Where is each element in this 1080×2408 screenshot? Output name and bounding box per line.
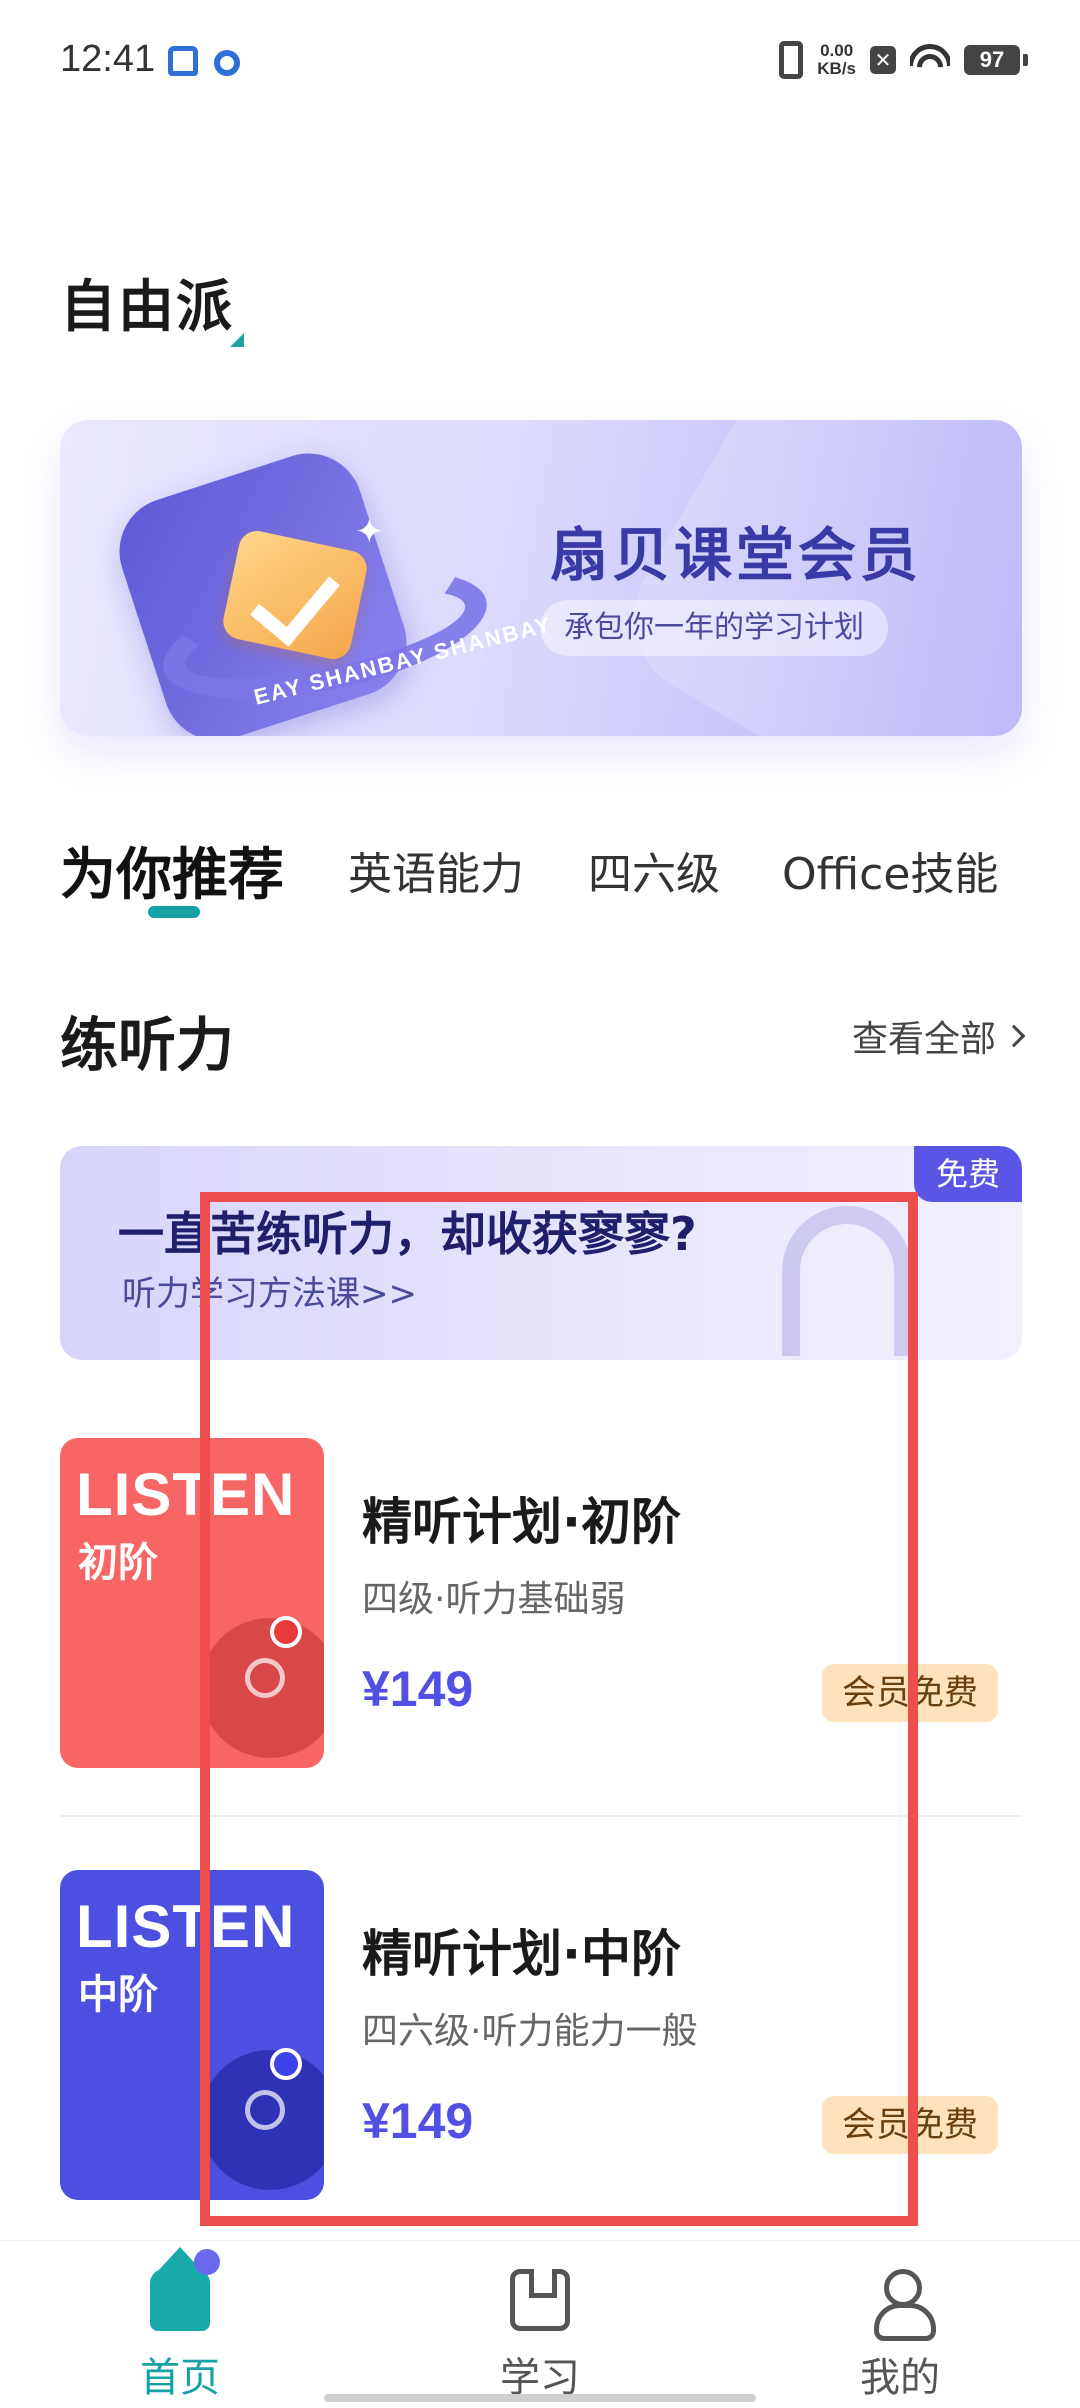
nav-home-label: 首页 [140,2355,220,2401]
battery-icon: 97 [964,45,1028,75]
section-title: 练听力 [60,1011,235,1079]
thumb-level: 初阶 [78,1540,158,1586]
page-title: 自由派 [60,275,234,340]
tab-cet[interactable]: 四六级 [588,838,720,902]
notebook-icon [510,2269,570,2331]
highlight-box [200,1192,918,2226]
network-speed: 0.00 KB/s [817,42,856,78]
wifi-icon [910,44,950,76]
home-icon [150,2247,220,2331]
nav-home[interactable]: 首页 [80,2241,280,2408]
tab-recommended[interactable]: 为你推荐 [60,838,284,911]
nav-me-label: 我的 [860,2355,940,2401]
network-speed-unit: KB/s [817,59,856,78]
nav-me[interactable]: 我的 [800,2241,1000,2408]
home-indicator[interactable] [324,2394,756,2402]
free-tag: 免费 [914,1146,1022,1202]
nav-study[interactable]: 学习 [440,2241,640,2408]
bottom-nav: 首页 学习 我的 [0,2240,1080,2408]
see-all-label: 查看全部 [851,1019,996,1060]
see-all-link[interactable]: 查看全部 [851,1010,1026,1062]
member-banner-title: 扇贝课堂会员 [550,521,923,589]
lock-notification-icon [168,46,198,76]
status-indicators: 0.00 KB/s ✕ 97 [779,40,1028,80]
tab-office-skills[interactable]: Office技能 [782,838,998,902]
thumb-level: 中阶 [78,1972,158,2018]
member-banner-subtitle: 承包你一年的学习计划 [540,600,888,656]
category-tabs: 为你推荐 英语能力 四六级 Office技能 [60,838,1020,918]
status-bar: 12:41 0.00 KB/s ✕ 97 [0,0,1080,130]
brand-corner-mark [230,333,244,347]
sparkle-icon: ✦ [355,512,384,552]
no-sim-icon: ✕ [870,46,896,74]
tab-active-indicator [148,906,200,918]
tab-english-ability[interactable]: 英语能力 [348,838,524,902]
member-banner[interactable]: EAY SHANBAY SHANBAY ✦ 扇贝课堂会员 承包你一年的学习计划 [60,420,1022,736]
network-speed-value: 0.00 [820,41,854,60]
chevron-right-icon [1002,1024,1026,1048]
user-icon [870,2269,936,2341]
app-notification-icon [214,50,240,76]
vibrate-icon [779,41,804,79]
status-time: 12:41 [60,38,156,80]
